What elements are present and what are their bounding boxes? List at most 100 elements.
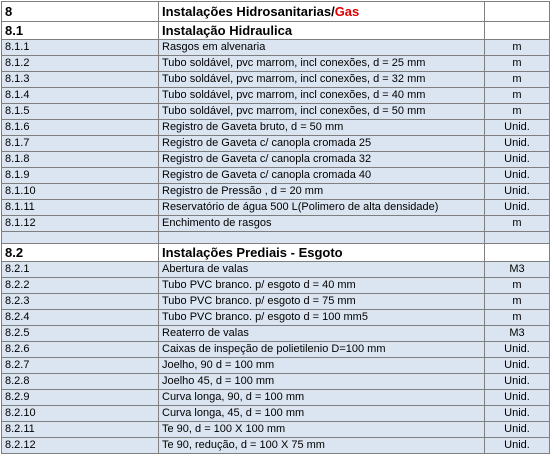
item-description[interactable]: Tubo soldável, pvc marrom, incl conexões… [158,87,485,104]
item-code[interactable]: 8.2.12 [1,437,159,454]
item-code[interactable]: 8.2.2 [1,277,159,294]
item-unit[interactable]: Unid. [484,437,550,454]
item-unit[interactable]: Unid. [484,341,550,358]
item-description[interactable]: Curva longa, 45, d = 100 mm [158,405,485,422]
item-code[interactable]: 8.1.6 [1,119,159,136]
item-description[interactable]: Tubo PVC branco. p/ esgoto d = 100 mm5 [158,309,485,326]
item-code[interactable]: 8.2.6 [1,341,159,358]
table-row: 8.2.10 Curva longa, 45, d = 100 mm Unid. [1,405,550,422]
item-code[interactable]: 8.2.1 [1,261,159,278]
item-description[interactable]: Reaterro de valas [158,325,485,342]
item-unit[interactable]: Unid. [484,167,550,184]
group-header-row: 8.2 Instalações Prediais - Esgoto [1,243,550,262]
item-unit[interactable]: m [484,55,550,72]
table-row: 8.1.5 Tubo soldável, pvc marrom, incl con… [1,103,550,120]
table-row: 8.2.5 Reaterro de valas M3 [1,325,550,342]
item-description[interactable]: Enchimento de rasgos [158,215,485,232]
item-description[interactable]: Tubo soldável, pvc marrom, incl conexões… [158,71,485,88]
item-code[interactable]: 8.2.3 [1,293,159,310]
empty-cell[interactable] [484,231,550,244]
item-unit[interactable]: Unid. [484,389,550,406]
item-description[interactable]: Registro de Gaveta c/ canopla cromada 40 [158,167,485,184]
item-description[interactable]: Curva longa, 90, d = 100 mm [158,389,485,406]
item-code[interactable]: 8.2.8 [1,373,159,390]
item-unit[interactable]: m [484,39,550,56]
item-code[interactable]: 8.1.10 [1,183,159,200]
table-row: 8.1.6 Registro de Gaveta bruto, d = 50 mm… [1,119,550,136]
table-row: 8.2.7 Joelho, 90 d = 100 mm Unid. [1,357,550,374]
group-title[interactable]: Instalação Hidraulica [158,21,485,40]
item-code[interactable]: 8.1.2 [1,55,159,72]
item-code[interactable]: 8.2.10 [1,405,159,422]
item-unit[interactable]: m [484,215,550,232]
item-code[interactable]: 8.2.4 [1,309,159,326]
group-title[interactable]: Instalações Prediais - Esgoto [158,243,485,262]
table-row: 8.2.6 Caixas de inspeção de polietilenio … [1,341,550,358]
group-unit[interactable] [484,21,550,40]
table-row: 8.1.4 Tubo soldável, pvc marrom, incl con… [1,87,550,104]
item-unit[interactable]: Unid. [484,357,550,374]
item-description[interactable]: Registro de Gaveta c/ canopla cromada 32 [158,151,485,168]
empty-cell[interactable] [158,231,485,244]
item-code[interactable]: 8.1.12 [1,215,159,232]
item-description[interactable]: Abertura de valas [158,261,485,278]
item-code[interactable]: 8.2.9 [1,389,159,406]
item-code[interactable]: 8.1.4 [1,87,159,104]
section-title[interactable]: Instalações Hidrosanitarias/Gas [158,1,485,22]
item-description[interactable]: Te 90, d = 100 X 100 mm [158,421,485,438]
item-description[interactable]: Tubo PVC branco. p/ esgoto d = 40 mm [158,277,485,294]
group-unit[interactable] [484,243,550,262]
table-row: 8.1.11 Reservatório de água 500 L(Polimer… [1,199,550,216]
item-code[interactable]: 8.2.5 [1,325,159,342]
section-unit[interactable] [484,1,550,22]
item-unit[interactable]: m [484,71,550,88]
item-unit[interactable]: Unid. [484,151,550,168]
item-code[interactable]: 8.2.11 [1,421,159,438]
group-code[interactable]: 8.1 [1,21,159,40]
item-code[interactable]: 8.1.1 [1,39,159,56]
item-unit[interactable]: Unid. [484,421,550,438]
table-row: 8.1.1 Rasgos em alvenaria m [1,39,550,56]
table-row: 8.1.2 Tubo soldável, pvc marrom, incl con… [1,55,550,72]
item-description[interactable]: Rasgos em alvenaria [158,39,485,56]
group-code[interactable]: 8.2 [1,243,159,262]
item-code[interactable]: 8.1.3 [1,71,159,88]
section-title-accent: Gas [334,4,360,19]
item-code[interactable]: 8.1.8 [1,151,159,168]
item-unit[interactable]: Unid. [484,373,550,390]
item-unit[interactable]: Unid. [484,183,550,200]
empty-cell[interactable] [1,231,159,244]
item-description[interactable]: Tubo soldável, pvc marrom, incl conexões… [158,103,485,120]
item-description[interactable]: Reservatório de água 500 L(Polimero de a… [158,199,485,216]
item-unit[interactable]: Unid. [484,405,550,422]
item-description[interactable]: Tubo soldável, pvc marrom, incl conexões… [158,55,485,72]
item-unit[interactable]: M3 [484,325,550,342]
item-unit[interactable]: Unid. [484,135,550,152]
group-header-row: 8.1 Instalação Hidraulica [1,21,550,40]
item-description[interactable]: Registro de Pressão , d = 20 mm [158,183,485,200]
item-description[interactable]: Te 90, redução, d = 100 X 75 mm [158,437,485,454]
item-unit[interactable]: Unid. [484,199,550,216]
table-row: 8.1.8 Registro de Gaveta c/ canopla croma… [1,151,550,168]
table-row: 8.2.1 Abertura de valas M3 [1,261,550,278]
item-unit[interactable]: m [484,277,550,294]
section-title-main: Instalações Hidrosanitarias/ [162,4,335,19]
item-code[interactable]: 8.1.7 [1,135,159,152]
item-unit[interactable]: m [484,293,550,310]
item-code[interactable]: 8.2.7 [1,357,159,374]
item-description[interactable]: Caixas de inspeção de polietilenio D=100… [158,341,485,358]
item-unit[interactable]: m [484,87,550,104]
item-code[interactable]: 8.1.5 [1,103,159,120]
item-unit[interactable]: m [484,103,550,120]
item-description[interactable]: Tubo PVC branco. p/ esgoto d = 75 mm [158,293,485,310]
item-unit[interactable]: m [484,309,550,326]
item-unit[interactable]: Unid. [484,119,550,136]
item-description[interactable]: Joelho 45, d = 100 mm [158,373,485,390]
item-description[interactable]: Registro de Gaveta c/ canopla cromada 25 [158,135,485,152]
section-code[interactable]: 8 [1,1,159,22]
item-unit[interactable]: M3 [484,261,550,278]
item-code[interactable]: 8.1.11 [1,199,159,216]
item-code[interactable]: 8.1.9 [1,167,159,184]
item-description[interactable]: Registro de Gaveta bruto, d = 50 mm [158,119,485,136]
item-description[interactable]: Joelho, 90 d = 100 mm [158,357,485,374]
